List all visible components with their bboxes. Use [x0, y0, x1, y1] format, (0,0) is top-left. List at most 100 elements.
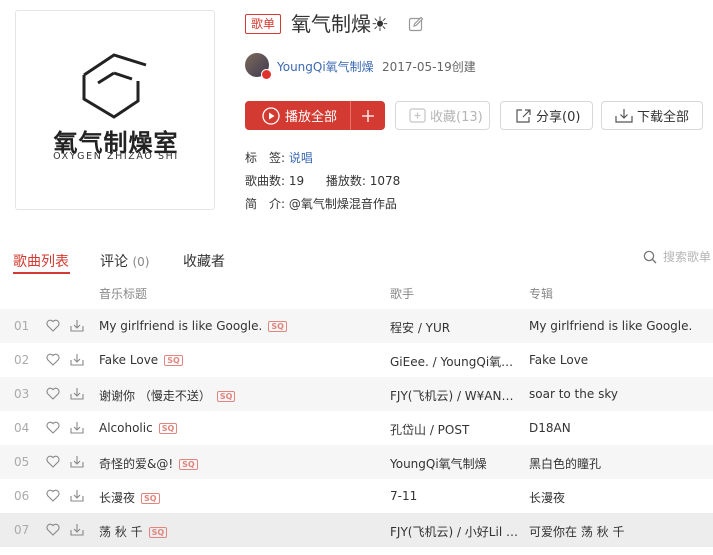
- heart-icon[interactable]: [46, 319, 60, 332]
- heart-icon[interactable]: [46, 421, 60, 434]
- download-all-button[interactable]: 下载全部: [601, 101, 703, 130]
- share-icon: [516, 109, 531, 123]
- download-icon: [615, 109, 633, 123]
- heart-icon[interactable]: [46, 489, 60, 502]
- play-circle-icon: [262, 106, 280, 125]
- table-row[interactable]: 03 谢谢你 （慢走不送） SQ FJY(飞机云) / W¥AN… soar to…: [0, 377, 713, 411]
- tab-comments[interactable]: 评论 (0): [100, 251, 149, 271]
- heart-icon[interactable]: [46, 523, 60, 536]
- download-icon[interactable]: [70, 353, 84, 366]
- song-singer[interactable]: GiEee. / YoungQi氧气…: [390, 353, 522, 370]
- created-date: 2017-05-19创建: [382, 60, 476, 74]
- header-album[interactable]: 专辑: [529, 285, 553, 302]
- share-label: 分享(0): [536, 110, 581, 125]
- active-tab-indicator: [13, 272, 70, 274]
- download-icon[interactable]: [70, 387, 84, 400]
- song-title-text: 长漫夜: [99, 491, 136, 505]
- sq-quality-badge: SQ: [179, 459, 198, 470]
- table-row[interactable]: 02 Fake Love SQ GiEee. / YoungQi氧气… Fake …: [0, 343, 713, 377]
- table-row[interactable]: 01 My girlfriend is like Google. SQ 程安 / …: [0, 309, 713, 343]
- row-index: 05: [14, 455, 30, 469]
- song-album[interactable]: 黑白色的瞳孔: [529, 455, 709, 472]
- sq-quality-badge: SQ: [148, 527, 168, 538]
- search-icon: [643, 250, 657, 263]
- download-all-label: 下载全部: [637, 110, 690, 125]
- song-title[interactable]: My girlfriend is like Google. SQ: [99, 319, 287, 333]
- song-title-text: 荡 秋 千: [99, 525, 143, 539]
- tag-link[interactable]: 说唱: [289, 151, 313, 165]
- table-row[interactable]: 04 Alcoholic SQ 孔岱山 / POST D18AN: [0, 411, 713, 445]
- song-singer[interactable]: FJY(飞机云) / 小好Lil …: [390, 523, 522, 540]
- row-index: 06: [14, 489, 30, 503]
- song-table-header: 音乐标题 歌手 专辑: [0, 276, 713, 308]
- sq-quality-badge: SQ: [268, 321, 287, 332]
- song-singer[interactable]: 7-11: [390, 489, 522, 503]
- playlist-cover: 氧气制燥室 OXYGEN ZHIZAO SHI: [15, 10, 215, 210]
- tab-collectors[interactable]: 收藏者: [183, 251, 225, 271]
- row-index: 01: [14, 319, 30, 333]
- tab-comments-count: (0): [132, 255, 150, 269]
- song-singer[interactable]: YoungQi氧气制燥: [390, 455, 522, 472]
- row-index: 07: [14, 523, 30, 537]
- song-album[interactable]: Fake Love: [529, 353, 709, 367]
- song-singer[interactable]: FJY(飞机云) / W¥AN…: [390, 387, 522, 404]
- songs-count: 19: [288, 174, 305, 188]
- play-all-button[interactable]: 播放全部: [245, 101, 350, 130]
- intro-row: 简 介: @氧气制燥混音作品: [245, 195, 397, 212]
- song-title[interactable]: 奇怪的爱&@! SQ: [99, 455, 198, 472]
- download-icon[interactable]: [70, 319, 84, 332]
- counts-row: 歌曲数: 19 播放数: 1078: [245, 172, 400, 189]
- sq-quality-badge: SQ: [158, 423, 178, 434]
- song-album[interactable]: soar to the sky: [529, 387, 709, 401]
- tab-song-list[interactable]: 歌曲列表: [13, 251, 69, 271]
- intro-text: @氧气制燥混音作品: [288, 197, 397, 211]
- intro-label: 简 介:: [245, 197, 286, 211]
- table-row[interactable]: 06 长漫夜 SQ 7-11 长漫夜: [0, 479, 713, 513]
- favorite-button[interactable]: 收藏(13): [395, 101, 490, 130]
- download-icon[interactable]: [70, 489, 84, 502]
- header-title[interactable]: 音乐标题: [99, 285, 147, 302]
- table-row[interactable]: 05 奇怪的爱&@! SQ YoungQi氧气制燥 黑白色的瞳孔: [0, 445, 713, 479]
- favorite-label: 收藏(13): [430, 110, 483, 125]
- table-row[interactable]: 07 荡 秋 千 SQ FJY(飞机云) / 小好Lil … 可爱你在 荡 秋 千: [0, 513, 713, 547]
- song-singer[interactable]: 孔岱山 / POST: [390, 421, 522, 438]
- heart-icon[interactable]: [46, 387, 60, 400]
- row-index: 02: [14, 353, 30, 367]
- song-title-text: 谢谢你 （慢走不送）: [99, 389, 211, 403]
- vip-badge-icon: [261, 69, 272, 80]
- creator-link[interactable]: YoungQi氧气制燥: [277, 58, 374, 75]
- song-title-text: My girlfriend is like Google.: [99, 319, 263, 333]
- search-placeholder: 搜索歌单: [663, 250, 712, 264]
- song-title-text: 奇怪的爱&@!: [99, 457, 174, 471]
- song-album[interactable]: My girlfriend is like Google.: [529, 319, 709, 333]
- add-to-queue-button[interactable]: [350, 101, 385, 130]
- play-all-label: 播放全部: [285, 110, 338, 125]
- download-icon[interactable]: [70, 421, 84, 434]
- song-singer[interactable]: 程安 / YUR: [390, 319, 522, 336]
- plus-icon: [362, 109, 374, 122]
- song-title[interactable]: 荡 秋 千 SQ: [99, 523, 168, 540]
- download-icon[interactable]: [70, 455, 84, 468]
- playlist-title: 氧气制燥☀: [291, 12, 389, 36]
- download-icon[interactable]: [70, 523, 84, 536]
- song-album[interactable]: D18AN: [529, 421, 709, 435]
- add-folder-icon: [409, 108, 426, 123]
- play-all-button-group: 播放全部: [245, 101, 385, 130]
- edit-icon[interactable]: [408, 16, 424, 32]
- heart-icon[interactable]: [46, 455, 60, 468]
- song-album[interactable]: 可爱你在 荡 秋 千: [529, 523, 709, 540]
- creator-avatar[interactable]: [245, 53, 272, 80]
- song-title[interactable]: 长漫夜 SQ: [99, 489, 160, 506]
- cover-subtitle: OXYGEN ZHIZAO SHI: [53, 151, 179, 162]
- song-title[interactable]: Fake Love SQ: [99, 353, 183, 367]
- song-title[interactable]: Alcoholic SQ: [99, 421, 178, 435]
- sq-quality-badge: SQ: [216, 391, 236, 402]
- heart-icon[interactable]: [46, 353, 60, 366]
- song-title-text: Alcoholic: [99, 421, 153, 435]
- song-title[interactable]: 谢谢你 （慢走不送） SQ: [99, 387, 236, 404]
- plays-count-label: 播放数:: [325, 174, 366, 188]
- share-button[interactable]: 分享(0): [500, 101, 593, 130]
- playlist-search[interactable]: 搜索歌单: [643, 248, 711, 265]
- header-singer[interactable]: 歌手: [390, 285, 414, 302]
- song-album[interactable]: 长漫夜: [529, 489, 709, 506]
